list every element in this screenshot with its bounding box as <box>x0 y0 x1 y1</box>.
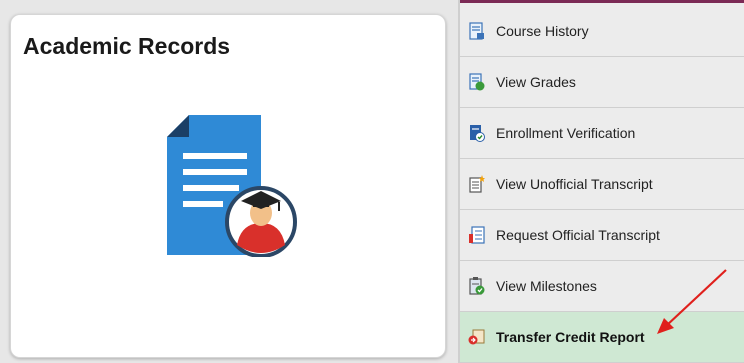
academic-records-menu: Course History View Grades Enrollment Ve… <box>458 0 744 363</box>
request-transcript-icon <box>468 225 486 245</box>
menu-item-view-unofficial-transcript[interactable]: View Unofficial Transcript <box>460 159 744 210</box>
academic-records-tile[interactable]: Academic Records <box>10 14 446 358</box>
menu-item-view-grades[interactable]: View Grades <box>460 57 744 108</box>
grades-icon <box>468 72 486 92</box>
menu-item-view-milestones[interactable]: View Milestones <box>460 261 744 312</box>
transcript-icon <box>468 174 486 194</box>
menu-item-enrollment-verification[interactable]: Enrollment Verification <box>460 108 744 159</box>
menu-item-label: View Milestones <box>496 278 597 294</box>
accent-line <box>460 0 744 3</box>
menu-item-transfer-credit-report[interactable]: Transfer Credit Report <box>460 312 744 363</box>
document-graduate-icon <box>167 115 297 257</box>
tile-title: Academic Records <box>23 33 231 59</box>
menu-item-request-official-transcript[interactable]: Request Official Transcript <box>460 210 744 261</box>
menu-item-label: View Grades <box>496 74 576 90</box>
verification-icon <box>468 123 486 143</box>
menu-item-label: Course History <box>496 23 589 39</box>
menu-item-label: Transfer Credit Report <box>496 329 645 345</box>
transfer-credit-icon <box>468 327 486 347</box>
menu-item-label: Enrollment Verification <box>496 125 636 141</box>
menu-item-label: Request Official Transcript <box>496 227 660 243</box>
course-history-icon <box>468 21 486 41</box>
milestones-icon <box>468 276 486 296</box>
menu-item-course-history[interactable]: Course History <box>460 6 744 57</box>
menu-item-label: View Unofficial Transcript <box>496 176 653 192</box>
